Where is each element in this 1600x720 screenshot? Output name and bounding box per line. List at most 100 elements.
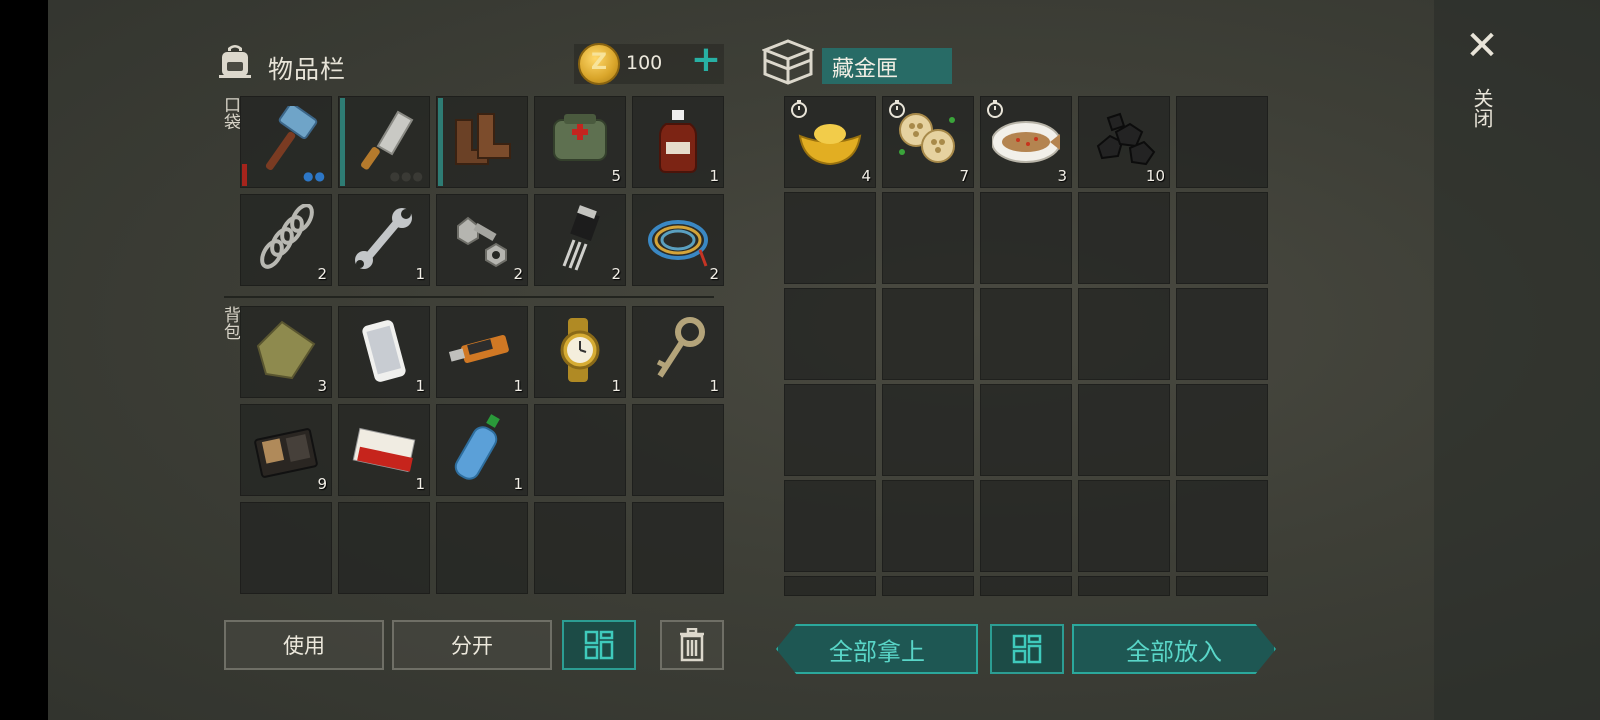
lotus-root-icon: [899, 113, 955, 163]
container-slot-empty[interactable]: [1176, 576, 1268, 596]
container-slot-empty[interactable]: [882, 480, 974, 572]
inventory-slot-usb-drive[interactable]: 1: [436, 306, 528, 398]
take-all-button[interactable]: 全部拿上: [776, 624, 978, 674]
discard-button[interactable]: [660, 620, 724, 670]
close-icon[interactable]: ✕: [1462, 26, 1502, 66]
inventory-slot-empty[interactable]: [240, 502, 332, 594]
inventory-slot-smartphone[interactable]: 1: [338, 306, 430, 398]
container-slot-empty[interactable]: [882, 192, 974, 284]
transistor-icon: [562, 205, 600, 271]
container-slot-empty[interactable]: [882, 288, 974, 380]
inventory-slot-spirit-bottle[interactable]: 1: [632, 96, 724, 188]
bolt-nut-icon: [457, 216, 507, 268]
backpack-icon: [219, 45, 251, 78]
container-slot-gold-ingot[interactable]: 4: [784, 96, 876, 188]
container-icon: [762, 39, 814, 85]
container-slot-empty[interactable]: [1176, 96, 1268, 188]
wire-coil-icon: [648, 220, 708, 267]
cleaver-icon: [361, 110, 414, 170]
bottle-icon: [659, 110, 697, 173]
split-button[interactable]: 分开: [392, 620, 552, 670]
container-slot-steamed-fish-dish[interactable]: 3: [980, 96, 1072, 188]
wallet-icon: [254, 428, 318, 478]
game-screen: 物品栏 Z 100 + 口袋 背包 ●● ●●● 5 1 2 1 2 2 2 3…: [48, 0, 1600, 720]
inventory-slot-cloth[interactable]: 3: [240, 306, 332, 398]
inventory-slot-empty[interactable]: [632, 404, 724, 496]
container-slot-empty[interactable]: [1078, 192, 1170, 284]
first-aid-bag-icon: [553, 114, 607, 161]
gold-ingot-icon: [798, 124, 862, 166]
inventory-slot-empty[interactable]: [338, 502, 430, 594]
usb-drive-icon: [448, 335, 509, 363]
boots-icon: [455, 113, 511, 165]
container-slot-empty[interactable]: [882, 576, 974, 596]
inventory-slot-first-aid-bag[interactable]: 5: [534, 96, 626, 188]
inventory-slot-gold-watch[interactable]: 1: [534, 306, 626, 398]
inventory-slot-wallet[interactable]: 9: [240, 404, 332, 496]
inventory-slot-empty[interactable]: [632, 502, 724, 594]
durability-bar: [242, 164, 247, 186]
add-currency-button[interactable]: +: [686, 40, 726, 80]
coin-count: 100: [626, 52, 663, 74]
container-slot-empty[interactable]: [1176, 192, 1268, 284]
durability-bar: [438, 98, 443, 186]
water-bottle-icon: [454, 414, 500, 480]
grid-sort-icon: [584, 630, 614, 660]
inventory-slot-empty[interactable]: [436, 502, 528, 594]
inventory-slot-old-key[interactable]: 1: [632, 306, 724, 398]
coin-icon: Z: [578, 43, 620, 85]
container-slot-empty[interactable]: [1078, 576, 1170, 596]
inventory-slot-spring[interactable]: 2: [240, 194, 332, 286]
container-slot-empty[interactable]: [784, 480, 876, 572]
container-slot-coal[interactable]: 10: [1078, 96, 1170, 188]
container-slot-empty[interactable]: [784, 192, 876, 284]
sort-container-button[interactable]: [990, 624, 1064, 674]
wrench-icon: [355, 208, 412, 269]
container-slot-empty[interactable]: [980, 384, 1072, 476]
right-panel-strip: [1434, 0, 1600, 720]
container-slot-empty[interactable]: [980, 192, 1072, 284]
container-slot-empty[interactable]: [1176, 480, 1268, 572]
inventory-slot-empty[interactable]: [534, 502, 626, 594]
cloth-icon: [256, 320, 316, 380]
use-button[interactable]: 使用: [224, 620, 384, 670]
inventory-slot-wire-coil[interactable]: 2: [632, 194, 724, 286]
inventory-slot-hammer[interactable]: ●●: [240, 96, 332, 188]
container-slot-empty[interactable]: [1078, 288, 1170, 380]
container-slot-lotus-root-dish[interactable]: 7: [882, 96, 974, 188]
container-slot-empty[interactable]: [980, 576, 1072, 596]
smartphone-icon: [362, 320, 406, 382]
container-slot-empty[interactable]: [784, 576, 876, 596]
inventory-slot-cleaver[interactable]: ●●●: [338, 96, 430, 188]
grid-sort-icon: [1012, 634, 1042, 664]
container-slot-empty[interactable]: [1078, 384, 1170, 476]
inventory-slot-boots[interactable]: [436, 96, 528, 188]
fish-dish-icon: [992, 121, 1060, 163]
container-slot-empty[interactable]: [784, 384, 876, 476]
inventory-slot-bolt-nut[interactable]: 2: [436, 194, 528, 286]
inventory-slot-transistor[interactable]: 2: [534, 194, 626, 286]
inventory-slot-empty[interactable]: [534, 404, 626, 496]
watch-icon: [560, 318, 600, 382]
inventory-title: 物品栏: [268, 55, 347, 84]
inventory-slot-water-bottle[interactable]: 1: [436, 404, 528, 496]
inventory-slot-cigarette-pack[interactable]: 1: [338, 404, 430, 496]
put-all-button[interactable]: 全部放入: [1072, 624, 1276, 674]
container-slot-empty[interactable]: [1176, 288, 1268, 380]
cigarette-pack-icon: [352, 427, 416, 473]
key-icon: [656, 317, 705, 378]
coal-icon: [1096, 112, 1156, 166]
container-slot-empty[interactable]: [1078, 480, 1170, 572]
container-slot-empty[interactable]: [1176, 384, 1268, 476]
container-slot-empty[interactable]: [980, 288, 1072, 380]
container-slot-empty[interactable]: [980, 480, 1072, 572]
inventory-slot-wrench[interactable]: 1: [338, 194, 430, 286]
container-name: 藏金匣: [822, 48, 952, 84]
section-divider: [224, 296, 714, 298]
sort-inventory-button[interactable]: [562, 620, 636, 670]
trash-icon: [680, 628, 704, 662]
container-slot-empty[interactable]: [882, 384, 974, 476]
container-slot-empty[interactable]: [784, 288, 876, 380]
close-label[interactable]: 关闭: [1468, 88, 1497, 128]
durability-bar: [340, 98, 345, 186]
